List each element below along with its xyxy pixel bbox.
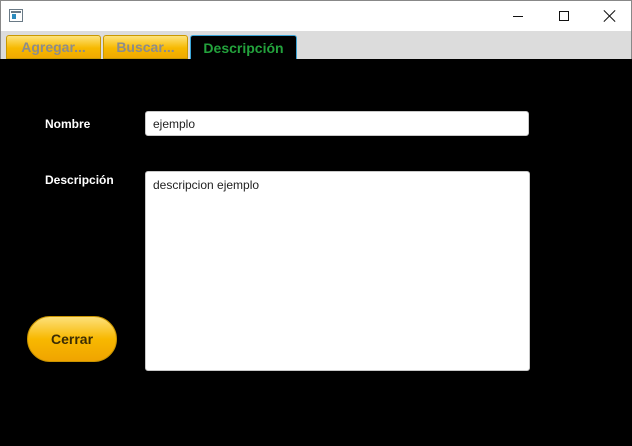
minimize-button[interactable] [495, 1, 541, 31]
cerrar-button[interactable]: Cerrar [27, 316, 117, 362]
title-bar [0, 0, 632, 31]
close-icon [604, 10, 616, 22]
app-icon [9, 9, 23, 22]
descripcion-textarea[interactable]: descripcion ejemplo [145, 171, 530, 371]
nombre-input[interactable] [145, 111, 529, 136]
maximize-icon [559, 11, 569, 21]
tab-strip: Agregar... Buscar... Descripción [0, 31, 632, 59]
descripcion-label: Descripción [45, 173, 114, 187]
app-window: Agregar... Buscar... Descripción Nombre … [0, 0, 632, 446]
tab-agregar[interactable]: Agregar... [6, 35, 101, 59]
tab-buscar[interactable]: Buscar... [103, 35, 188, 59]
close-window-button[interactable] [587, 1, 632, 31]
minimize-icon [513, 15, 523, 17]
nombre-label: Nombre [45, 117, 91, 131]
maximize-button[interactable] [541, 1, 587, 31]
tab-descripcion[interactable]: Descripción [190, 35, 297, 59]
